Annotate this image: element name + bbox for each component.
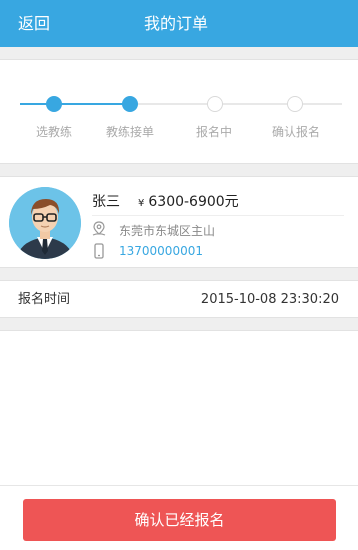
- coach-address: 东莞市东城区主山: [119, 224, 216, 238]
- signup-time-label: 报名时间: [18, 292, 71, 307]
- step-label-confirm-signup: 确认报名: [271, 125, 320, 139]
- confirm-signup-button[interactable]: 确认已经报名: [23, 499, 336, 541]
- divider: [92, 215, 344, 216]
- mobile-phone-icon: [92, 243, 106, 259]
- signup-time-value: 2015-10-08 23:30:20: [200, 292, 339, 307]
- footer-bar: 确认已经报名: [0, 485, 358, 550]
- step-label-signing-up: 报名中: [195, 125, 232, 139]
- signup-time-row: 报名时间 2015-10-08 23:30:20: [0, 280, 358, 318]
- coach-price-range: 6300-6900元: [148, 194, 239, 210]
- step-dot-coach-accepted: [122, 96, 138, 112]
- avatar: [9, 187, 81, 259]
- coach-phone-link[interactable]: 13700000001: [119, 244, 203, 258]
- top-nav-bar: 返回 我的订单: [0, 0, 358, 47]
- step-dot-signing-up: [207, 96, 223, 112]
- content-area: [0, 330, 358, 485]
- coach-name: 张三: [92, 194, 120, 210]
- progress-track-pending: [130, 103, 342, 105]
- step-dot-choose-coach: [46, 96, 62, 112]
- step-label-coach-accepted: 教练接单: [105, 125, 154, 139]
- page-title: 我的订单: [0, 0, 358, 47]
- currency-symbol: ¥: [138, 198, 145, 209]
- order-progress: 选教练 教练接单 报名中 确认报名: [0, 59, 358, 164]
- step-dot-confirm-signup: [287, 96, 303, 112]
- coach-card[interactable]: 张三 ¥6300-6900元 东莞市东城区主山 13700000001: [0, 176, 358, 268]
- progress-track-complete: [20, 103, 130, 105]
- location-pin-icon: [92, 221, 106, 237]
- page-title-text: 我的订单: [143, 14, 208, 33]
- step-label-choose-coach: 选教练: [35, 125, 72, 139]
- coach-price: ¥6300-6900元: [138, 191, 239, 211]
